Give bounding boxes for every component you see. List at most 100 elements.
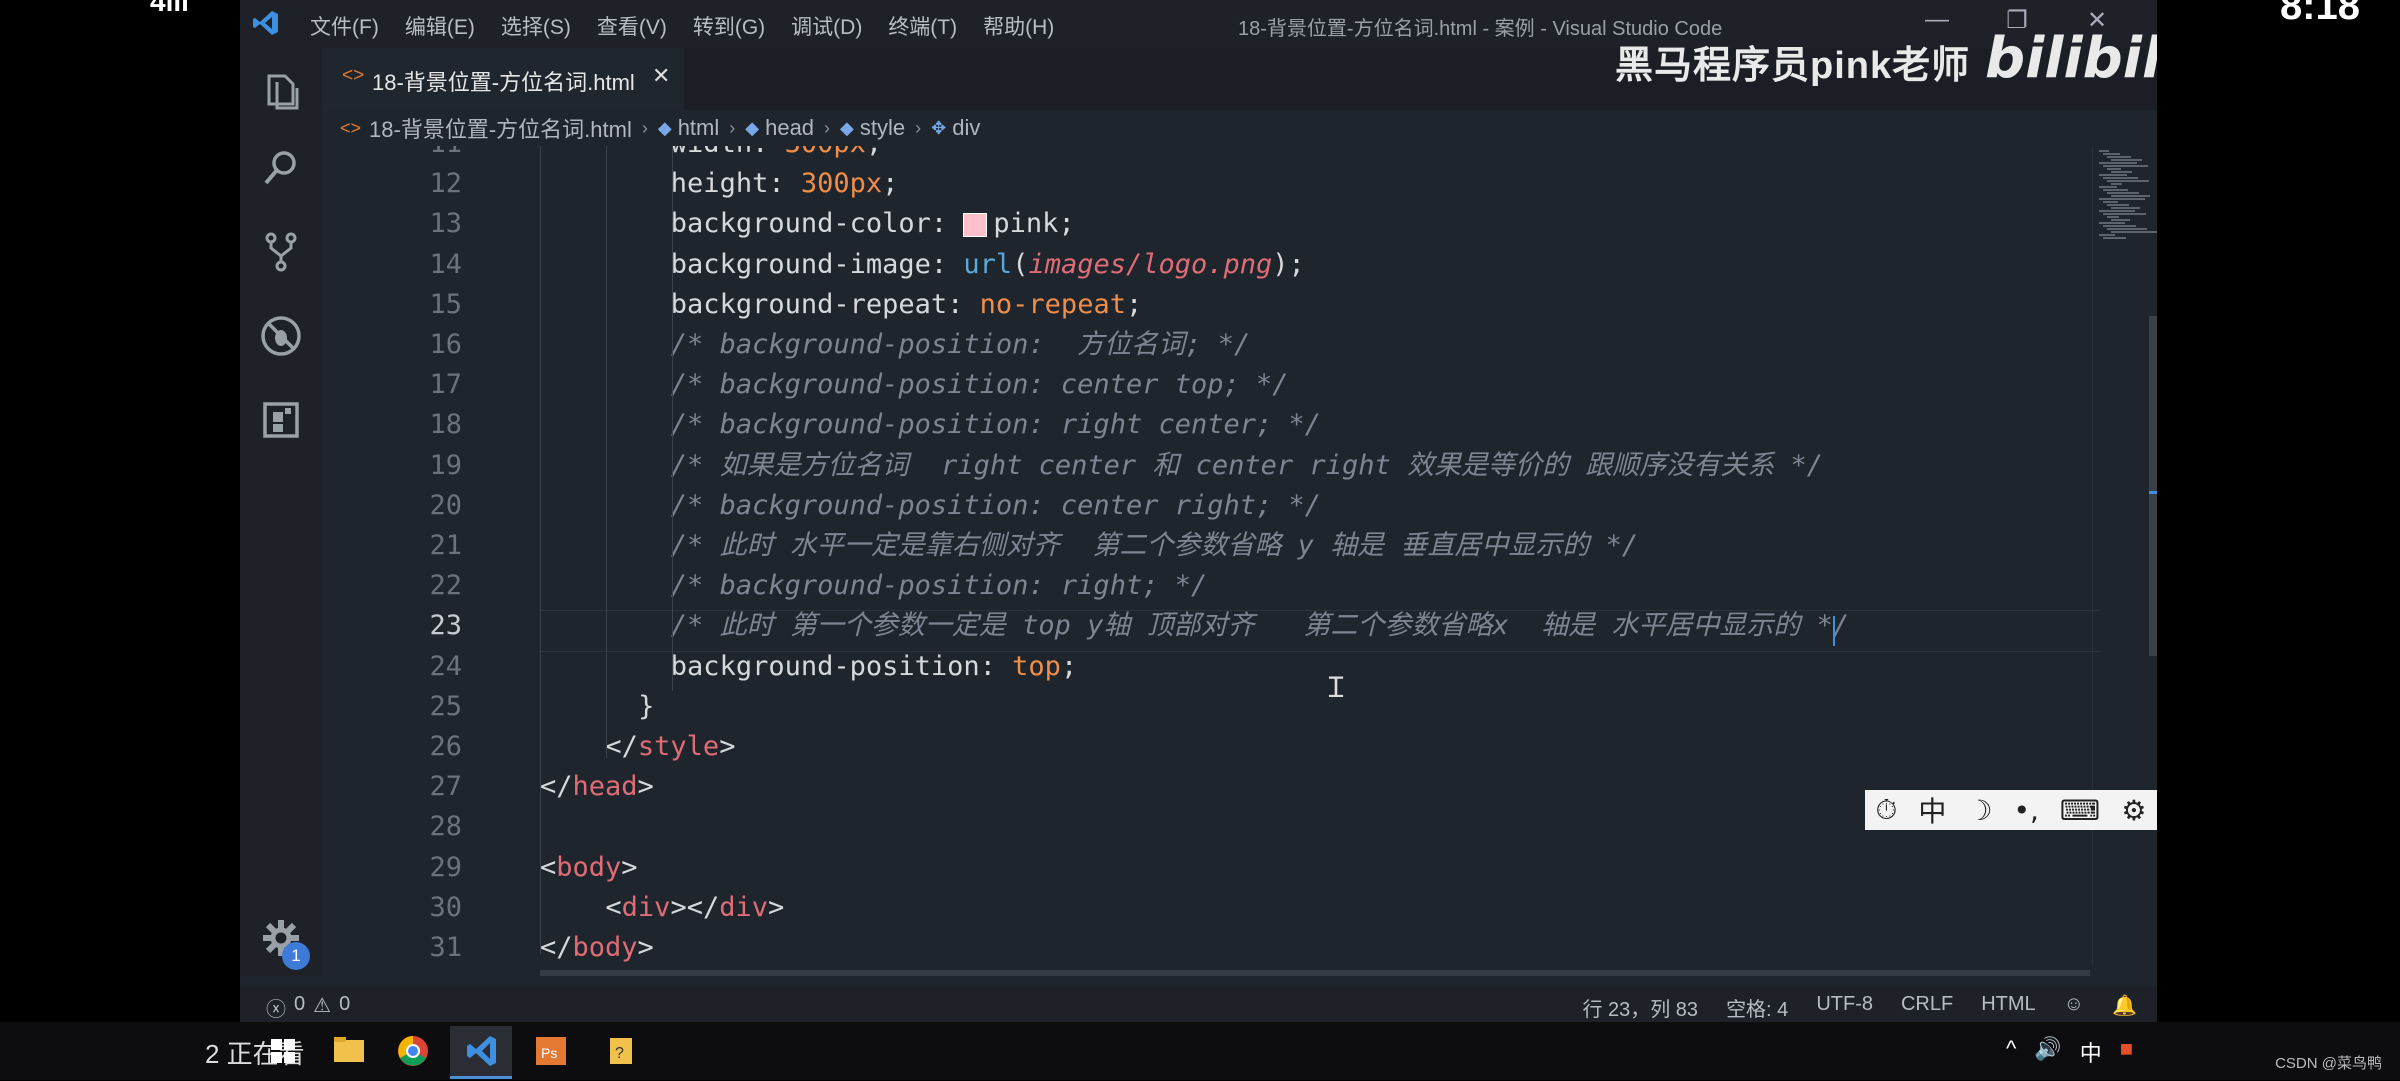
indent-guide — [606, 146, 607, 758]
code-line[interactable]: 25} — [322, 687, 2062, 727]
code-line[interactable]: 16 /* background-position: 方位名词; */ — [322, 325, 2062, 365]
code-token: /* background-position: center right; */ — [670, 489, 1322, 521]
tab-close-button[interactable]: ✕ — [652, 63, 670, 89]
photoshop-icon[interactable]: Ps — [520, 1026, 582, 1076]
minimap-line — [2107, 192, 2139, 194]
code-line[interactable]: 12 height: 300px; — [322, 164, 2062, 204]
vertical-scrollbar[interactable] — [2149, 316, 2157, 656]
line-number: 16 — [429, 329, 462, 360]
code-line[interactable]: 23 /* 此时 第一个参数一定是 top y轴 顶部对齐 第二个参数省略x 轴是… — [322, 606, 2062, 646]
volume-icon[interactable]: 🔊 — [2034, 1036, 2061, 1068]
code-line[interactable]: 18 /* background-position: right center; … — [322, 405, 2062, 445]
source-control-icon[interactable] — [259, 230, 303, 274]
code-token: ; — [866, 146, 882, 159]
chevron-right-icon: › — [824, 117, 831, 138]
problems-indicator[interactable]: ⓧ 0 ⚠ 0 — [266, 993, 358, 1022]
code-line[interactable]: 22 /* background-position: right; */ — [322, 566, 2062, 606]
minimap-line — [2099, 162, 2137, 164]
line-code: background-image: url(images/logo.png); — [671, 245, 1305, 285]
file-explorer-icon[interactable] — [318, 1026, 380, 1076]
code-line[interactable]: 28 — [322, 807, 2062, 847]
ime-toolbar: ⏱ 中 ☽ •, ⌨ ⚙ — [1865, 790, 2157, 830]
code-token: : — [930, 248, 964, 280]
code-token: ; — [1060, 650, 1078, 682]
ime-halfwidth-icon[interactable]: ☽ — [1967, 794, 1992, 827]
tab-active-file[interactable]: <> 18-背景位置-方位名词.html ✕ — [322, 48, 684, 110]
ime-punctuation-icon[interactable]: •, — [2013, 794, 2038, 827]
code-line[interactable]: 15 background-repeat: no-repeat; — [322, 285, 2062, 325]
code-line[interactable]: 31 </body> — [322, 928, 2062, 968]
code-token: /* background-position: right center; */ — [670, 409, 1322, 441]
line-ending[interactable]: CRLF — [1901, 993, 1953, 1022]
line-number: 31 — [429, 932, 462, 963]
windows-taskbar: 2 正在看 Ps ? ^ 🔊 中 ■ CSDN @菜鸟鸭 — [0, 1022, 2400, 1080]
code-line[interactable]: 14 background-image: url(images/logo.png)… — [322, 245, 2062, 285]
minimap-line — [2103, 201, 2118, 203]
code-token: </ — [605, 731, 638, 762]
status-bar: ⓧ 0 ⚠ 0 行 23，列 83 空格: 4 UTF-8 CRLF HTML … — [240, 986, 2157, 1022]
color-swatch[interactable] — [963, 212, 988, 237]
encoding[interactable]: UTF-8 — [1816, 993, 1873, 1022]
code-line[interactable]: 20 /* background-position: center right; … — [322, 486, 2062, 526]
code-line[interactable]: 11 width: 300px; — [322, 146, 2062, 164]
code-line[interactable]: 30 <div></div> — [322, 888, 2062, 928]
warning-icon: ⚠ — [313, 995, 332, 1017]
code-line[interactable]: 26 </style> — [322, 727, 2062, 767]
tool-app-icon[interactable]: ? — [590, 1026, 652, 1076]
code-token: background-image — [670, 248, 931, 280]
code-line[interactable]: 24 background-position: top; — [322, 647, 2062, 687]
activity-bar: 1 — [240, 48, 322, 976]
chevron-right-icon: › — [729, 117, 736, 138]
line-code: /* 此时 第一个参数一定是 top y轴 顶部对齐 第二个参数省略x 轴是 水… — [671, 606, 1849, 646]
ime-chinese-toggle[interactable]: 中 — [1918, 790, 1946, 830]
minimap-line — [2111, 195, 2150, 197]
extensions-icon[interactable] — [259, 398, 303, 442]
html-file-icon: <> — [340, 117, 362, 138]
code-token: > — [637, 771, 654, 803]
code-token: style — [637, 731, 720, 762]
code-line[interactable]: 27 </head> — [322, 767, 2062, 807]
notifications-bell-icon[interactable]: 🔔 — [2112, 993, 2137, 1022]
code-token: > — [621, 851, 638, 883]
minimap-line — [2103, 153, 2120, 155]
minimap-line — [2111, 231, 2157, 233]
minimap-line — [2103, 165, 2148, 167]
ime-keyboard-icon[interactable]: ⌨ — [2060, 794, 2100, 827]
start-button[interactable] — [252, 1026, 314, 1076]
vscode-taskbar-icon[interactable] — [450, 1026, 512, 1079]
breadcrumb: <> 18-背景位置-方位名词.html › ◆ html › ◆ head › ◆ s… — [340, 110, 990, 146]
code-token: ( — [1012, 248, 1029, 280]
breadcrumb-file[interactable]: <> 18-背景位置-方位名词.html — [340, 112, 632, 144]
ime-logo-icon[interactable]: ⏱ — [1876, 793, 1898, 827]
code-line[interactable]: 29 <body> — [322, 848, 2062, 888]
tray-app-icon[interactable]: ■ — [2120, 1036, 2133, 1068]
code-line[interactable]: 19 /* 如果是方位名词 right center 和 center right… — [322, 446, 2062, 486]
horizontal-scrollbar[interactable] — [540, 970, 2090, 976]
code-token: ); — [1272, 248, 1305, 280]
code-token: < — [540, 851, 557, 883]
language-mode[interactable]: HTML — [1981, 993, 2035, 1022]
input-language-indicator[interactable]: 中 — [2080, 1036, 2102, 1068]
minimap-line — [2107, 216, 2119, 218]
code-editor[interactable]: 11 width: 300px; 12 height: 300px; 13 backgro… — [322, 146, 2157, 976]
explorer-icon[interactable] — [259, 70, 303, 114]
indentation[interactable]: 空格: 4 — [1726, 993, 1788, 1022]
minimap[interactable] — [2092, 146, 2157, 966]
code-line[interactable]: 13 background-color: pink; — [322, 204, 2062, 244]
breadcrumb-style[interactable]: ◆ style — [840, 115, 905, 141]
search-icon[interactable] — [259, 146, 303, 190]
breadcrumb-html[interactable]: ◆ html — [658, 115, 719, 141]
tray-expand-icon[interactable]: ^ — [2006, 1036, 2016, 1068]
line-code: /* background-position: right center; */ — [671, 405, 1321, 445]
breadcrumb-head[interactable]: ◆ head — [745, 115, 814, 141]
minimap-line — [2099, 186, 2117, 188]
chrome-icon[interactable] — [382, 1026, 444, 1076]
debug-icon[interactable] — [259, 314, 303, 358]
breadcrumb-div[interactable]: ✥ div — [931, 115, 980, 141]
code-token: div — [719, 891, 768, 923]
ime-settings-icon[interactable]: ⚙ — [2121, 794, 2146, 827]
code-line[interactable]: 17 /* background-position: center top; */ — [322, 365, 2062, 405]
cursor-position[interactable]: 行 23，列 83 — [1582, 993, 1698, 1022]
code-line[interactable]: 21 /* 此时 水平一定是靠右侧对齐 第二个参数省略 y 轴是 垂直居中显示的 … — [322, 526, 2062, 566]
feedback-smiley-icon[interactable]: ☺ — [2064, 993, 2084, 1022]
